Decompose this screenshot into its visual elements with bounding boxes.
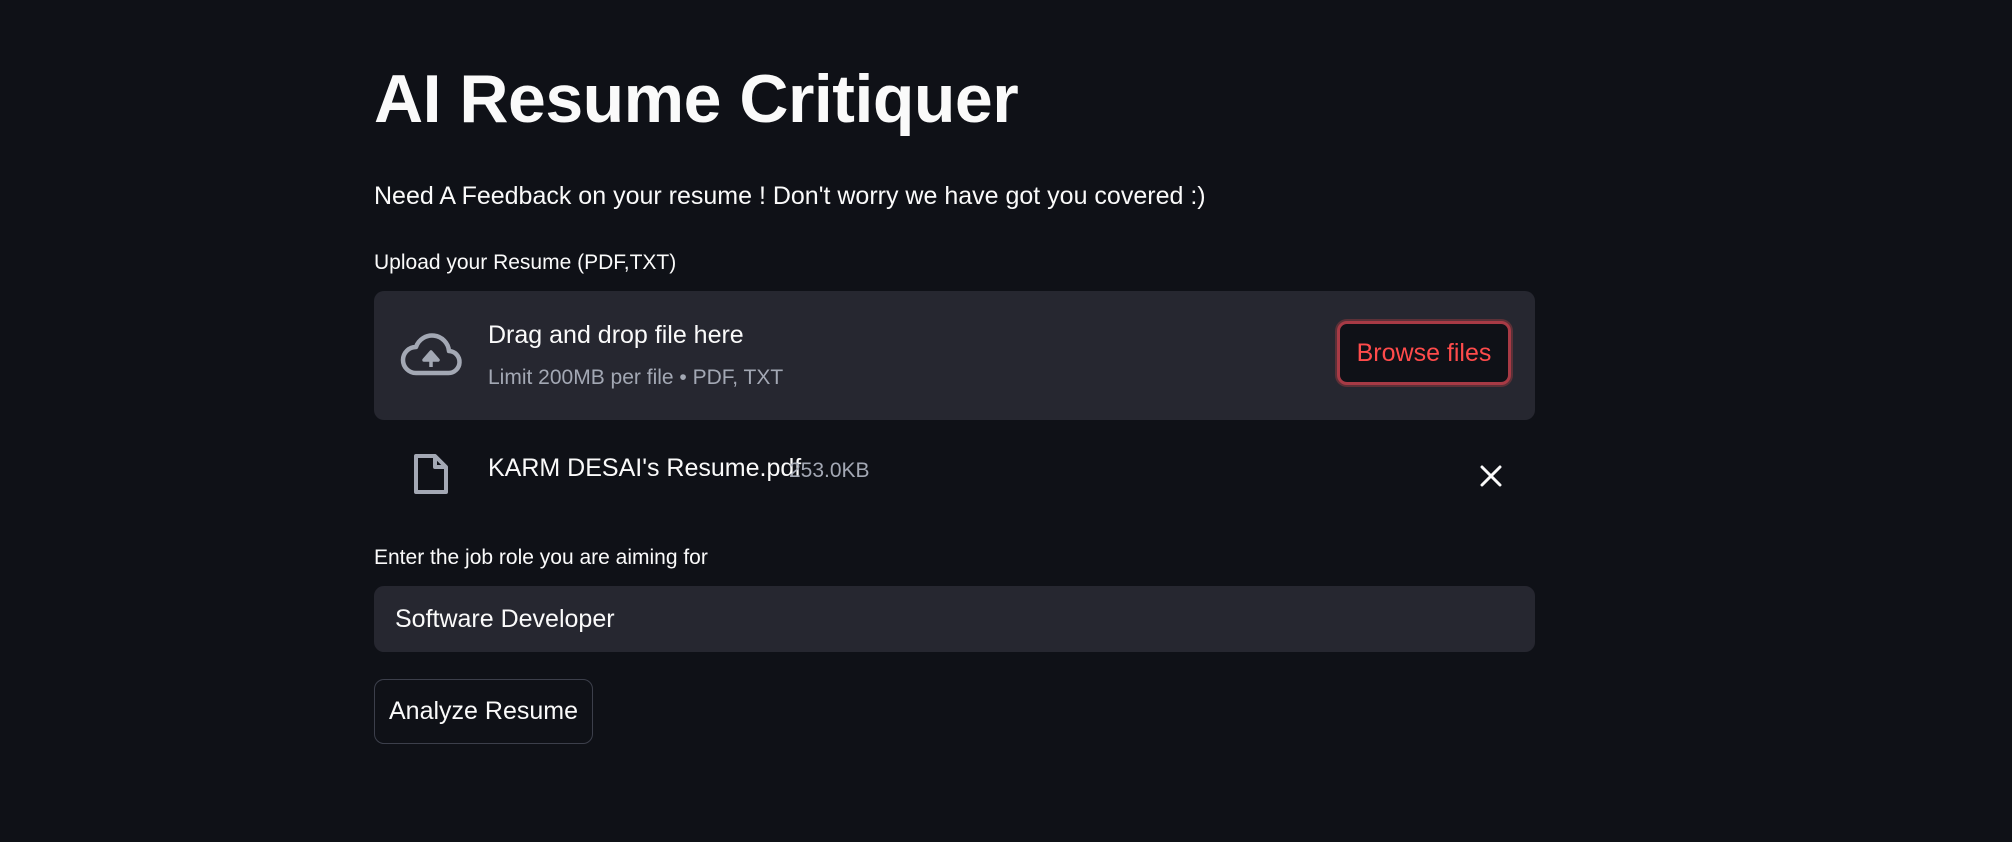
file-dropzone[interactable]: Drag and drop file here Limit 200MB per … (374, 291, 1535, 420)
cloud-upload-icon (400, 333, 462, 376)
analyze-resume-button[interactable]: Analyze Resume (374, 679, 593, 744)
page-subtitle: Need A Feedback on your resume ! Don't w… (374, 182, 1206, 210)
close-icon (1480, 465, 1502, 487)
job-role-label: Enter the job role you are aiming for (374, 546, 708, 569)
dropzone-limit-text: Limit 200MB per file • PDF, TXT (488, 366, 784, 389)
page-title: AI Resume Critiquer (374, 61, 1019, 137)
uploaded-file-row: KARM DESAI's Resume.pdf 253.0KB (374, 440, 1535, 510)
uploaded-file-name: KARM DESAI's Resume.pdf (488, 454, 802, 482)
remove-file-button[interactable] (1471, 456, 1511, 496)
browse-files-button[interactable]: Browse files (1337, 321, 1511, 385)
file-icon (414, 454, 448, 494)
uploaded-file-size: 253.0KB (789, 459, 870, 482)
job-role-input[interactable] (374, 586, 1535, 652)
upload-label: Upload your Resume (PDF,TXT) (374, 251, 677, 274)
dropzone-title: Drag and drop file here (488, 321, 744, 349)
